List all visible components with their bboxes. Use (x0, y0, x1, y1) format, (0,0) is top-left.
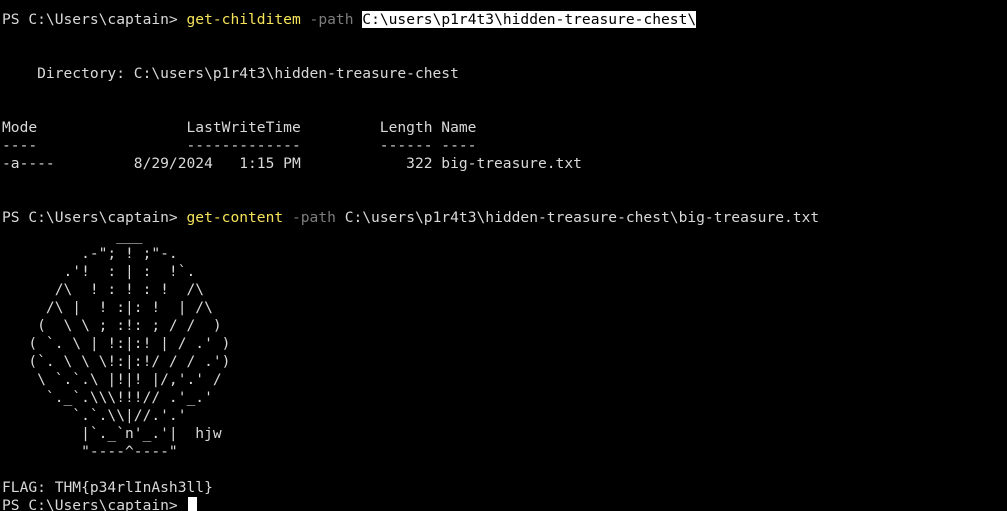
command-parameter: -path (291, 209, 336, 226)
table-row: -a---- 8/29/2024 1:15 PM 322 big-treasur… (2, 155, 582, 172)
ascii-art-line: `.`.\\|//.'.' (2, 407, 187, 424)
prompt: PS C:\Users\captain> (2, 497, 187, 511)
flag-line: FLAG: THM{p34rlInAsh3ll} (2, 479, 213, 496)
input-prompt-line[interactable]: PS C:\Users\captain> (2, 497, 1007, 511)
ascii-art-line: ( \ \ ; :!: ; / / ) (2, 317, 222, 334)
command-line-get-childitem: PS C:\Users\captain> get-childitem -path… (2, 11, 1007, 29)
command-name: get-content (186, 209, 284, 226)
ascii-art-line: "----^----" (2, 443, 178, 460)
prompt: PS C:\Users\captain> (2, 11, 187, 28)
ascii-art-line: ___ (2, 227, 143, 244)
ascii-art-line: .'! : | : !`. (2, 263, 196, 280)
selected-path-argument[interactable]: C:\users\p1r4t3\hidden-treasure-chest\ (362, 11, 697, 28)
directory-line: Directory: C:\users\p1r4t3\hidden-treasu… (2, 65, 459, 82)
ascii-art-line: /\ ! : ! : ! /\ (2, 281, 205, 298)
ascii-art-line: `._`.\\\!!!// .'_.' (2, 389, 213, 406)
path-argument: C:\users\p1r4t3\hidden-treasure-chest\bi… (344, 209, 820, 226)
ascii-art-line: (`. \ \ \!:|:!/ / / .') (2, 353, 231, 370)
table-separator: ---- ------------- ------ ---- (2, 137, 477, 154)
command-name: get-childitem (186, 11, 301, 28)
ascii-art-line: |`._`n'_.'| hjw (2, 425, 222, 442)
table-header: Mode LastWriteTime Length Name (2, 119, 477, 136)
ascii-art-line: .-"; ! ;"-. (2, 245, 178, 262)
ascii-art-line: \ `.`.\ |!|! |/,'.' / (2, 371, 222, 388)
prompt: PS C:\Users\captain> (2, 209, 187, 226)
text-cursor[interactable] (187, 497, 197, 511)
ascii-art-line: /\ | ! :|: ! | /\ (2, 299, 213, 316)
command-line-get-content: PS C:\Users\captain> get-content -path C… (2, 209, 1007, 227)
ascii-art-line: ( `. \ | !:|:! | / .' ) (2, 335, 231, 352)
terminal-window[interactable]: PS C:\Users\captain> get-childitem -path… (0, 0, 1007, 511)
command-parameter: -path (309, 11, 354, 28)
